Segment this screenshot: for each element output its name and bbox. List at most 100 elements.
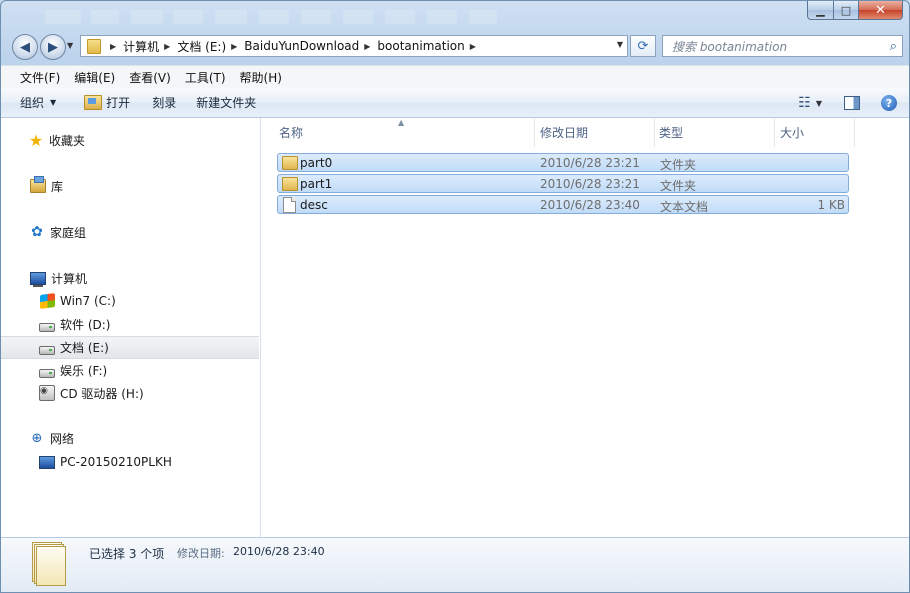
nav-drive-f[interactable]: 娱乐 (F:) (1, 359, 259, 381)
star-icon: ★ (28, 130, 44, 150)
nav-drive-label: 娱乐 (F:) (60, 363, 108, 378)
menu-help[interactable]: 帮助(H) (234, 69, 288, 86)
table-row[interactable]: part1 2010/6/28 23:21 文件夹 (277, 174, 849, 193)
organize-button[interactable]: 组织 ▼ (1, 88, 64, 118)
breadcrumb-chevron-icon: ▶ (164, 41, 171, 51)
file-modified: 2010/6/28 23:21 (540, 156, 640, 170)
blurred-title-fragment (301, 10, 331, 24)
title-bar: ▁ □ ✕ (1, 1, 909, 29)
column-header-name[interactable]: 名称 ▲ (261, 118, 535, 147)
nav-network[interactable]: ⊕ 网络 (29, 427, 74, 449)
blurred-title-fragment (131, 10, 163, 24)
maximize-icon: □ (840, 3, 852, 17)
breadcrumb-drive-e[interactable]: 文档 (E:) ▶ (177, 38, 244, 55)
homegroup-icon: ✿ (31, 224, 43, 240)
nav-drive-label: Win7 (C:) (60, 294, 116, 308)
close-button[interactable]: ✕ (859, 1, 903, 20)
recent-pages-dropdown[interactable]: ▼ (67, 41, 73, 50)
nav-drive-c[interactable]: Win7 (C:) (1, 290, 259, 312)
file-list: 名称 ▲ 修改日期 类型 大小 part0 2010/6/28 23:21 文件… (261, 118, 909, 537)
blurred-title-fragment (343, 10, 373, 24)
column-type-label: 类型 (659, 126, 684, 140)
blurred-title-fragment (173, 10, 203, 24)
address-history-dropdown[interactable]: ▼ (617, 40, 623, 49)
file-size: 1 KB (817, 198, 845, 212)
nav-homegroup-label: 家庭组 (50, 225, 87, 240)
file-name: part0 (300, 156, 333, 170)
menu-bar: 文件(F) 编辑(E) 查看(V) 工具(T) 帮助(H) (1, 65, 909, 88)
nav-drive-e[interactable]: 文档 (E:) (1, 336, 259, 359)
caption-buttons: ▁ □ ✕ (807, 1, 903, 20)
open-folder-icon (84, 95, 103, 110)
preview-pane-button[interactable] (844, 96, 860, 110)
blurred-title-fragment (385, 10, 415, 24)
help-button[interactable]: ? (881, 95, 897, 111)
blurred-title-fragment (215, 10, 247, 24)
refresh-icon: ⟳ (637, 38, 649, 54)
new-folder-label: 新建文件夹 (196, 96, 257, 110)
search-box[interactable]: 搜索 bootanimation ⌕ (662, 35, 903, 57)
nav-favorites-label: 收藏夹 (49, 133, 86, 148)
search-icon[interactable]: ⌕ (890, 39, 897, 54)
column-header-size[interactable]: 大小 (775, 118, 855, 147)
nav-libraries[interactable]: 库 (30, 175, 63, 197)
table-row[interactable]: desc 2010/6/28 23:40 文本文档 1 KB (277, 195, 849, 214)
address-bar[interactable]: ▶ 计算机 ▶ 文档 (E:) ▶ BaiduYunDownload ▶ bootan… (80, 35, 628, 57)
menu-tools[interactable]: 工具(T) (179, 69, 232, 86)
file-type: 文件夹 (660, 158, 697, 172)
nav-drive-label: CD 驱动器 (H:) (60, 386, 144, 401)
nav-homegroup[interactable]: ✿ 家庭组 (29, 221, 86, 243)
table-row[interactable]: part0 2010/6/28 23:21 文件夹 (277, 153, 849, 172)
nav-computer-label: 计算机 (51, 271, 88, 286)
chevron-down-icon: ▼ (50, 98, 57, 107)
text-file-icon (283, 197, 296, 213)
search-input[interactable]: 搜索 bootanimation (672, 38, 890, 55)
help-icon: ? (885, 96, 893, 110)
open-button[interactable]: 打开 (64, 88, 138, 118)
change-view-button[interactable]: ☷ (798, 95, 811, 111)
nav-network-pc[interactable]: PC-20150210PLKH (1, 451, 259, 473)
modified-date-label: 修改日期: (177, 547, 225, 560)
back-button[interactable]: ◀ (12, 34, 38, 60)
breadcrumb-root[interactable]: ▶ (105, 42, 123, 51)
view-options-dropdown[interactable]: ▼ (816, 99, 822, 108)
file-type: 文件夹 (660, 179, 697, 193)
column-header-type[interactable]: 类型 (655, 118, 775, 147)
folder-icon (282, 156, 298, 170)
breadcrumb-computer[interactable]: 计算机 ▶ (123, 38, 177, 55)
menu-view[interactable]: 查看(V) (123, 69, 177, 86)
burn-button[interactable]: 刻录 (138, 88, 184, 118)
maximize-button[interactable]: □ (834, 1, 859, 20)
nav-drive-d[interactable]: 软件 (D:) (1, 313, 259, 335)
menu-edit[interactable]: 编辑(E) (68, 69, 121, 86)
nav-drive-h[interactable]: ◉ CD 驱动器 (H:) (1, 382, 259, 404)
blurred-title-fragment (427, 10, 457, 24)
blurred-title-fragment (469, 10, 497, 24)
refresh-button[interactable]: ⟳ (630, 35, 656, 57)
windows-drive-icon (39, 292, 55, 310)
file-modified: 2010/6/28 23:21 (540, 177, 640, 191)
column-header-modified[interactable]: 修改日期 (535, 118, 655, 147)
breadcrumb-baiduyundownload[interactable]: BaiduYunDownload ▶ (244, 39, 377, 53)
sort-ascending-icon: ▲ (398, 118, 405, 127)
network-icon: ⊕ (31, 430, 43, 446)
file-name: desc (300, 198, 328, 212)
menu-file[interactable]: 文件(F) (14, 69, 66, 86)
column-name-label: 名称 (279, 126, 304, 140)
open-label: 打开 (106, 96, 131, 110)
selection-count: 已选择 3 个项 (89, 547, 165, 561)
close-icon: ✕ (875, 2, 886, 18)
forward-button[interactable]: ▶ (40, 34, 66, 60)
minimize-icon: ▁ (816, 3, 825, 17)
nav-favorites[interactable]: ★ 收藏夹 (28, 129, 85, 151)
minimize-button[interactable]: ▁ (807, 1, 834, 20)
nav-computer[interactable]: 计算机 (30, 267, 87, 289)
explorer-window: ▁ □ ✕ ◀ ▶ ▼ ▶ 计算机 ▶ 文档 (E:) ▶ BaiduYunDown… (0, 0, 910, 593)
new-folder-button[interactable]: 新建文件夹 (184, 88, 264, 118)
column-size-label: 大小 (780, 126, 805, 140)
file-name: part1 (300, 177, 333, 191)
burn-label: 刻录 (152, 96, 177, 110)
breadcrumb-bootanimation[interactable]: bootanimation ▶ (377, 39, 482, 53)
column-modified-label: 修改日期 (540, 126, 589, 140)
navigation-row: ◀ ▶ ▼ ▶ 计算机 ▶ 文档 (E:) ▶ BaiduYunDownload ▶ … (1, 31, 909, 61)
